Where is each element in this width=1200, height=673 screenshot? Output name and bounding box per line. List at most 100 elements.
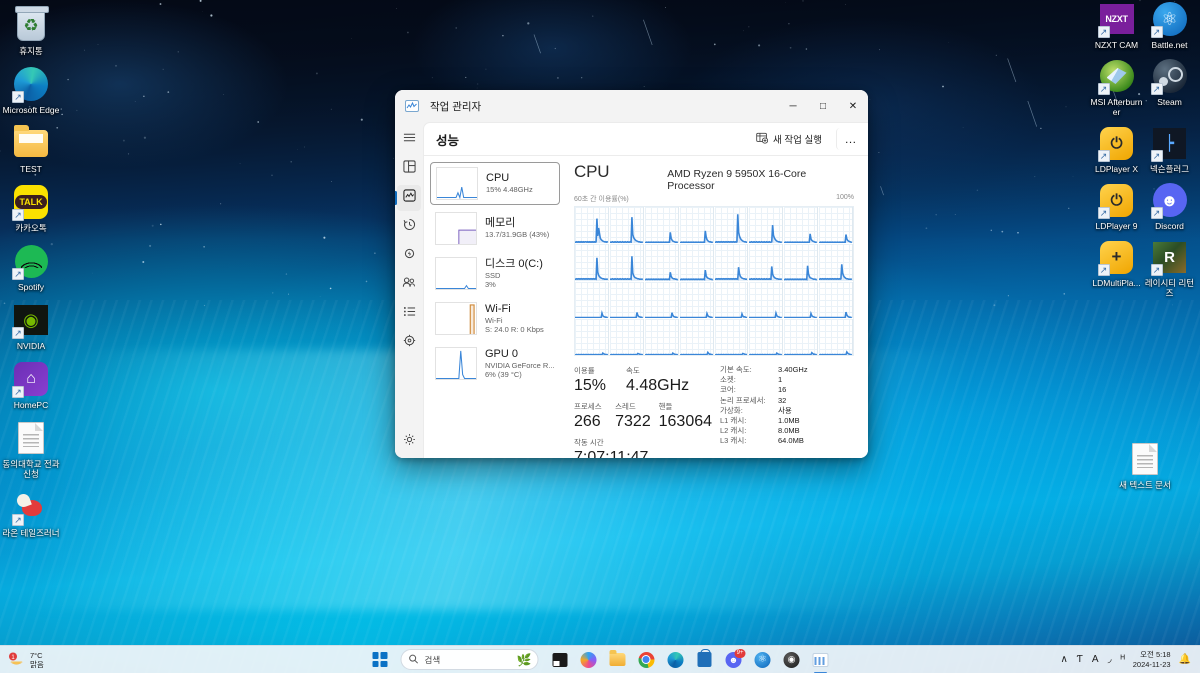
wifi-icon[interactable]: ◞ bbox=[1108, 654, 1112, 665]
volume-icon[interactable]: ᴴ bbox=[1120, 654, 1124, 665]
logical-processor-graph[interactable] bbox=[679, 281, 714, 318]
desktop-icon-7[interactable]: ⌂ ↗ HomePC bbox=[0, 360, 62, 410]
desktop-icon-right-3[interactable]: ↗ MSI Afterburner bbox=[1090, 57, 1143, 117]
logical-processor-graph[interactable] bbox=[784, 281, 819, 318]
rail-users[interactable] bbox=[397, 272, 421, 298]
logical-processor-graph[interactable] bbox=[679, 318, 714, 355]
logical-processor-graph[interactable] bbox=[714, 244, 749, 281]
desktop-icon-2[interactable]: ↗ Microsoft Edge bbox=[0, 65, 62, 115]
logical-processor-graph[interactable] bbox=[784, 207, 819, 244]
system-tray[interactable]: ∧ Ƭ A ◞ ᴴ 오전 5:18 2024-11-23 🔔 bbox=[1060, 650, 1200, 669]
logical-processor-graph[interactable] bbox=[679, 244, 714, 281]
window-title-bar[interactable]: 작업 관리자 ─ □ ✕ bbox=[395, 90, 868, 122]
rail-hamburger[interactable] bbox=[397, 127, 421, 153]
taskbar-search-box[interactable]: 검색 🌿 bbox=[400, 649, 539, 670]
navigation-rail[interactable] bbox=[395, 122, 423, 458]
minimize-button[interactable]: ─ bbox=[778, 90, 808, 122]
battlenet-button[interactable]: ⚛ bbox=[750, 648, 776, 672]
bell-icon[interactable]: 🔔 bbox=[1179, 654, 1191, 665]
start-button[interactable] bbox=[367, 648, 393, 672]
ime-indicator-icon[interactable]: A bbox=[1092, 654, 1099, 665]
maximize-button[interactable]: □ bbox=[808, 90, 838, 122]
desktop-icon-right-5[interactable]: ⏻ ↗ LDPlayer X bbox=[1090, 124, 1143, 174]
logical-processor-graph[interactable] bbox=[644, 244, 679, 281]
tray-icons[interactable]: ∧ Ƭ A ◞ ᴴ bbox=[1060, 654, 1124, 665]
desktop-icon-right-1[interactable]: NZXT ↗ NZXT CAM bbox=[1090, 0, 1143, 50]
logical-processors-graph-grid[interactable] bbox=[574, 206, 854, 356]
desktop-icon-new-text-document[interactable]: 새 텍스트 문서 bbox=[1114, 440, 1176, 490]
task-manager-window[interactable]: 작업 관리자 ─ □ ✕ 성능 새 작업 실행 … CPU 15% 4.48GH… bbox=[395, 90, 868, 458]
logical-processor-graph[interactable] bbox=[714, 318, 749, 355]
desktop[interactable]: 휴지통 ↗ Microsoft Edge TEST TALK↗ 카카오톡 ↗ Spotify ◉… bbox=[0, 0, 1200, 673]
logical-processor-graph[interactable] bbox=[714, 281, 749, 318]
desktop-icon-right-7[interactable]: ⏻ ↗ LDPlayer 9 bbox=[1090, 181, 1143, 231]
logical-processor-graph[interactable] bbox=[749, 207, 784, 244]
logical-processor-graph[interactable] bbox=[749, 318, 784, 355]
logical-processor-graph[interactable] bbox=[609, 318, 644, 355]
more-options-button[interactable]: … bbox=[836, 128, 860, 150]
logical-processor-graph[interactable] bbox=[714, 207, 749, 244]
logical-processor-graph[interactable] bbox=[819, 207, 853, 244]
rail-processes[interactable] bbox=[397, 156, 421, 182]
logical-processor-graph[interactable] bbox=[644, 207, 679, 244]
copilot-button[interactable] bbox=[576, 648, 602, 672]
close-button[interactable]: ✕ bbox=[838, 90, 868, 122]
file-explorer-button[interactable] bbox=[605, 648, 631, 672]
logical-processor-graph[interactable] bbox=[575, 207, 609, 244]
logical-processor-graph[interactable] bbox=[644, 318, 679, 355]
logical-processor-graph[interactable] bbox=[679, 207, 714, 244]
logical-processor-graph[interactable] bbox=[575, 318, 609, 355]
rail-services[interactable] bbox=[397, 330, 421, 356]
desktop-icon-8[interactable]: 동의대학교 전과신청 bbox=[0, 419, 62, 479]
desktop-icon-right-9[interactable]: + ↗ LDMultiPla... bbox=[1090, 238, 1143, 298]
desktop-icon-5[interactable]: ↗ Spotify bbox=[0, 242, 62, 292]
resource-item-[interactable]: 메모리 13.7/31.9GB (43%) bbox=[430, 207, 560, 250]
taskbar[interactable]: 1 7°C 맑음 검색 🌿 ☻ 9+ ⚛ ◉ ∧ Ƭ A ◞ ᴴ 오전 5:18 2024-11-… bbox=[0, 645, 1200, 673]
logical-processor-graph[interactable] bbox=[749, 281, 784, 318]
desktop-icon-right-8[interactable]: ☻ ↗ Discord bbox=[1143, 181, 1196, 231]
logical-processor-graph[interactable] bbox=[609, 207, 644, 244]
desktop-icon-6[interactable]: ◉ ↗ NVIDIA bbox=[0, 301, 62, 351]
clock-widget[interactable]: 오전 5:18 2024-11-23 bbox=[1133, 650, 1171, 669]
task-view-button[interactable] bbox=[547, 648, 573, 672]
logical-processor-graph[interactable] bbox=[784, 244, 819, 281]
resource-item-wifi[interactable]: Wi-Fi Wi-Fi S: 24.0 R: 0 Kbps bbox=[430, 297, 560, 340]
logical-processor-graph[interactable] bbox=[575, 281, 609, 318]
logical-processor-graph[interactable] bbox=[644, 281, 679, 318]
nzxt-button[interactable]: ◉ bbox=[779, 648, 805, 672]
chrome-button[interactable] bbox=[634, 648, 660, 672]
resource-list[interactable]: CPU 15% 4.48GHz 메모리 13.7/31.9GB (43%) 디스크 0(… bbox=[424, 156, 564, 458]
logical-processor-graph[interactable] bbox=[749, 244, 784, 281]
rail-performance[interactable] bbox=[395, 185, 421, 211]
microphone-icon[interactable]: Ƭ bbox=[1077, 654, 1083, 665]
logical-processor-graph[interactable] bbox=[609, 244, 644, 281]
run-new-task-button[interactable]: 새 작업 실행 bbox=[749, 128, 829, 151]
logical-processor-graph[interactable] bbox=[819, 281, 853, 318]
edge-button[interactable] bbox=[663, 648, 689, 672]
show-hidden-icons[interactable]: ∧ bbox=[1060, 654, 1067, 665]
rail-details[interactable] bbox=[397, 301, 421, 327]
desktop-icon-right-10[interactable]: R ↗ 레이시티 리턴즈 bbox=[1143, 238, 1196, 298]
desktop-icon-right-6[interactable]: ┝ ↗ 넥슨플러그 bbox=[1143, 124, 1196, 174]
weather-widget[interactable]: 1 7°C 맑음 bbox=[0, 651, 150, 669]
desktop-icon-9[interactable]: ↗ 라온 테일즈러너 bbox=[0, 488, 62, 538]
logical-processor-graph[interactable] bbox=[609, 281, 644, 318]
desktop-icon-3[interactable]: TEST bbox=[0, 124, 62, 174]
logical-processor-graph[interactable] bbox=[784, 318, 819, 355]
store-button[interactable] bbox=[692, 648, 718, 672]
desktop-icon-right-2[interactable]: ⚛ ↗ Battle.net bbox=[1143, 0, 1196, 50]
rail-app-history[interactable] bbox=[397, 214, 421, 240]
resource-item-cpu[interactable]: CPU 15% 4.48GHz bbox=[430, 162, 560, 205]
rail-startup-apps[interactable] bbox=[397, 243, 421, 269]
logical-processor-graph[interactable] bbox=[819, 318, 853, 355]
desktop-icon-1[interactable]: 휴지통 bbox=[0, 6, 62, 56]
desktop-icon-right-4[interactable]: ↗ Steam bbox=[1143, 57, 1196, 117]
resource-item-gpu0[interactable]: GPU 0 NVIDIA GeForce R... 6% (39 °C) bbox=[430, 342, 560, 385]
rail-settings[interactable] bbox=[397, 429, 421, 455]
taskmanager-button[interactable] bbox=[808, 648, 834, 672]
resource-item-0c[interactable]: 디스크 0(C:) SSD 3% bbox=[430, 252, 560, 295]
discord-button[interactable]: ☻ 9+ bbox=[721, 648, 747, 672]
logical-processor-graph[interactable] bbox=[575, 244, 609, 281]
logical-processor-graph[interactable] bbox=[819, 244, 853, 281]
desktop-icon-4[interactable]: TALK ↗ 카카오톡 bbox=[0, 183, 62, 233]
